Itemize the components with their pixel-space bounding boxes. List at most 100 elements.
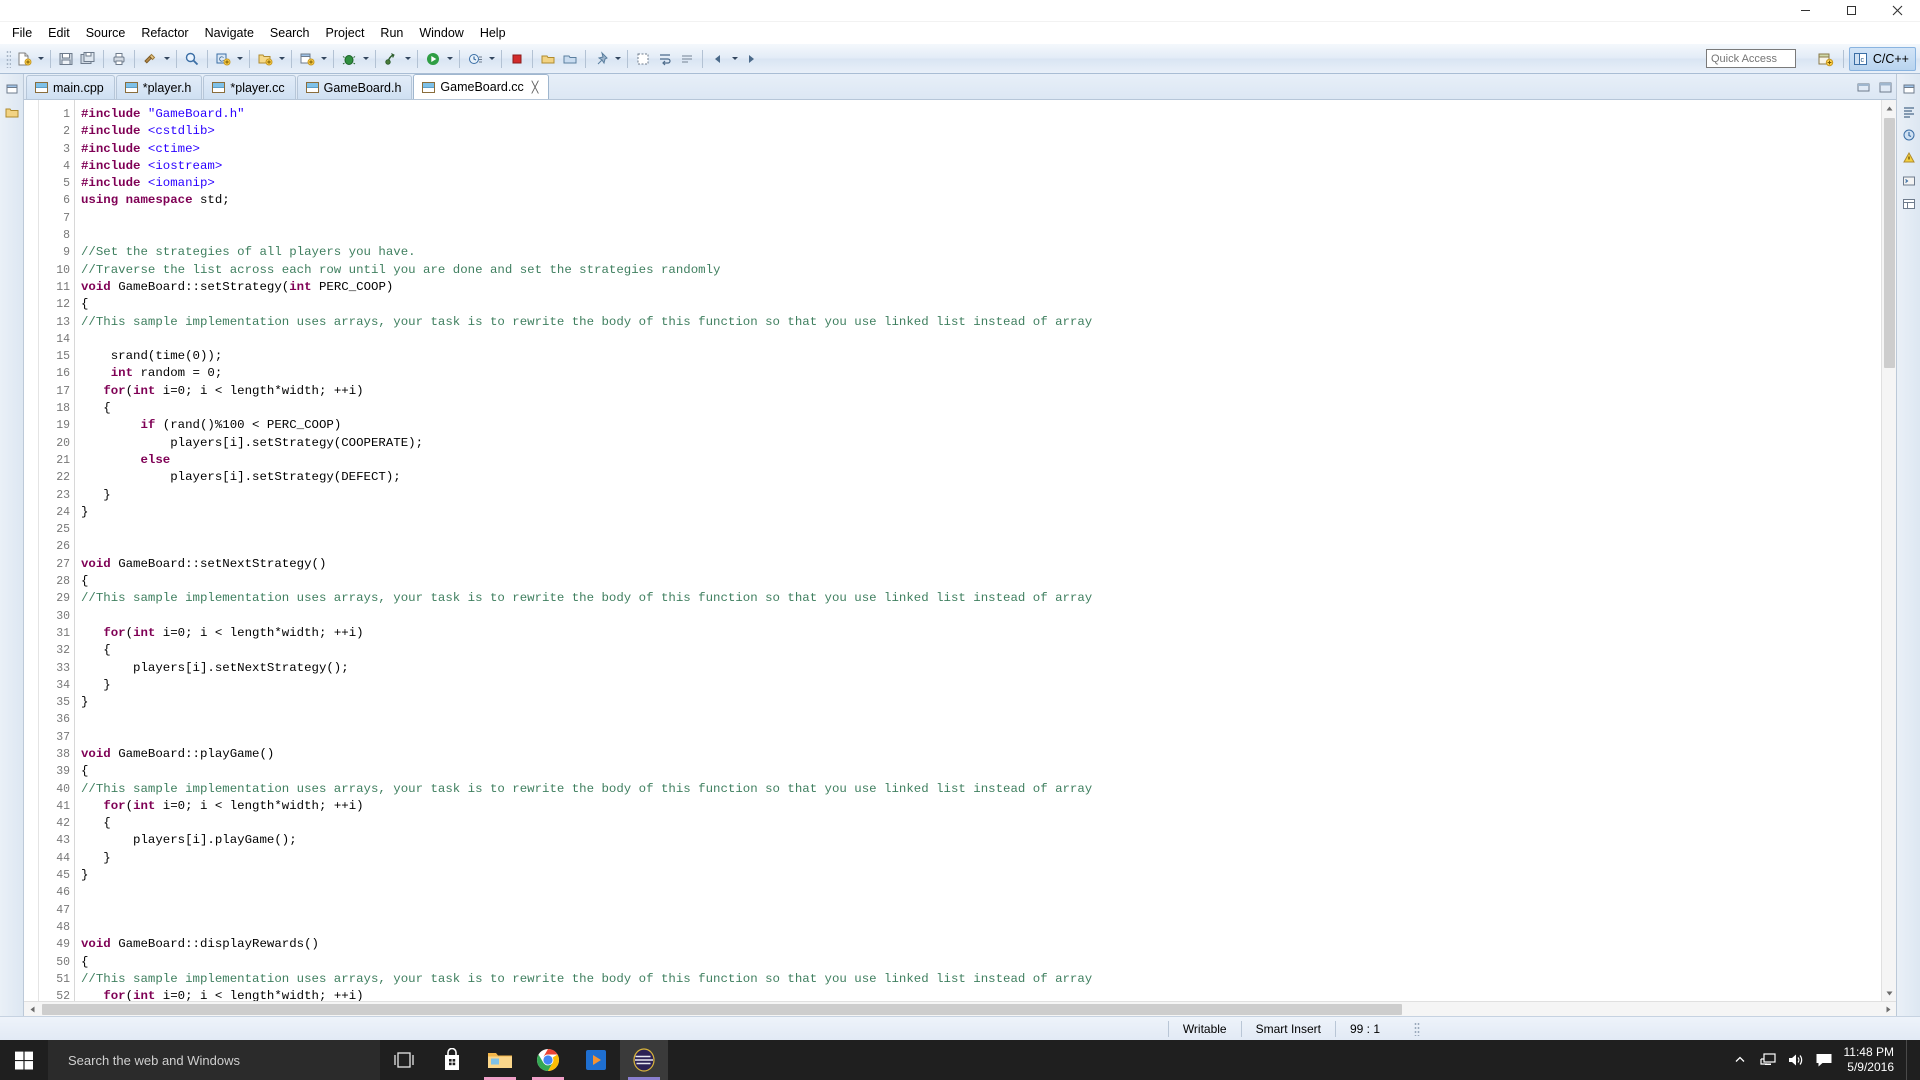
scroll-left-icon[interactable] bbox=[24, 1002, 40, 1017]
forward-navigation-icon[interactable] bbox=[740, 48, 762, 70]
file-explorer-icon[interactable] bbox=[476, 1040, 524, 1080]
code-line[interactable]: void GameBoard::displayRewards() bbox=[81, 936, 1881, 953]
run-icon[interactable] bbox=[422, 48, 444, 70]
maximize-button[interactable] bbox=[1828, 0, 1874, 21]
pin-dropdown-icon[interactable] bbox=[612, 48, 623, 70]
minimize-button[interactable] bbox=[1782, 0, 1828, 21]
save-all-icon[interactable] bbox=[77, 48, 99, 70]
code-line[interactable]: } bbox=[81, 850, 1881, 867]
menu-help[interactable]: Help bbox=[472, 23, 514, 43]
editor-marker-bar[interactable] bbox=[24, 100, 39, 1001]
code-line[interactable]: } bbox=[81, 867, 1881, 884]
code-line[interactable] bbox=[81, 538, 1881, 555]
code-line[interactable]: { bbox=[81, 815, 1881, 832]
editor-tab-gameboard-cc[interactable]: GameBoard.cc ╳ bbox=[413, 74, 550, 99]
taskbar-clock[interactable]: 11:48 PM 5/9/2016 bbox=[1838, 1045, 1906, 1075]
code-line[interactable]: } bbox=[81, 504, 1881, 521]
scroll-down-icon[interactable] bbox=[1882, 985, 1897, 1001]
code-line[interactable] bbox=[81, 608, 1881, 625]
profile-icon[interactable] bbox=[380, 48, 402, 70]
code-line[interactable]: using namespace std; bbox=[81, 192, 1881, 209]
code-line[interactable]: } bbox=[81, 677, 1881, 694]
editor-tab-main-cpp[interactable]: main.cpp bbox=[26, 75, 115, 99]
build-hammer-icon[interactable] bbox=[139, 48, 161, 70]
microsoft-store-icon[interactable] bbox=[428, 1040, 476, 1080]
eclipse-taskbar-icon[interactable] bbox=[620, 1040, 668, 1080]
code-line[interactable] bbox=[81, 884, 1881, 901]
scroll-up-icon[interactable] bbox=[1882, 100, 1897, 116]
media-player-icon[interactable] bbox=[572, 1040, 620, 1080]
menu-edit[interactable]: Edit bbox=[40, 23, 78, 43]
taskbar-search-box[interactable]: Search the web and Windows bbox=[48, 1040, 380, 1080]
new-folder-icon[interactable] bbox=[254, 48, 276, 70]
new-project-icon[interactable] bbox=[296, 48, 318, 70]
new-cpp-class-icon[interactable]: C bbox=[212, 48, 234, 70]
outline-view-icon[interactable] bbox=[1900, 103, 1918, 121]
menu-refactor[interactable]: Refactor bbox=[133, 23, 196, 43]
vertical-scrollbar-thumb[interactable] bbox=[1884, 118, 1895, 368]
restore-view-icon[interactable] bbox=[3, 80, 21, 98]
run-dropdown-icon[interactable] bbox=[444, 48, 455, 70]
new-folder-dropdown-icon[interactable] bbox=[276, 48, 287, 70]
code-line[interactable]: players[i].setStrategy(COOPERATE); bbox=[81, 435, 1881, 452]
code-line[interactable]: } bbox=[81, 487, 1881, 504]
code-line[interactable]: players[i].setStrategy(DEFECT); bbox=[81, 469, 1881, 486]
code-line[interactable] bbox=[81, 331, 1881, 348]
pin-editor-icon[interactable] bbox=[590, 48, 612, 70]
code-line[interactable]: //This sample implementation uses arrays… bbox=[81, 314, 1881, 331]
run-history-icon[interactable] bbox=[464, 48, 486, 70]
code-line[interactable] bbox=[81, 919, 1881, 936]
open-resource-icon[interactable] bbox=[537, 48, 559, 70]
console-view-icon[interactable] bbox=[1900, 172, 1918, 190]
toggle-block-selection-icon[interactable] bbox=[632, 48, 654, 70]
new-file-dropdown-icon[interactable] bbox=[35, 48, 46, 70]
code-line[interactable]: #include <cstdlib> bbox=[81, 123, 1881, 140]
restore-right-view-icon[interactable] bbox=[1900, 80, 1918, 98]
code-line[interactable]: { bbox=[81, 296, 1881, 313]
code-line[interactable]: //Set the strategies of all players you … bbox=[81, 244, 1881, 261]
action-center-icon[interactable] bbox=[1810, 1040, 1838, 1080]
editor-source-code[interactable]: #include "GameBoard.h" #include <cstdlib>… bbox=[75, 100, 1881, 1001]
code-line[interactable]: #include <iostream> bbox=[81, 158, 1881, 175]
start-button-icon[interactable] bbox=[0, 1040, 48, 1080]
profile-dropdown-icon[interactable] bbox=[402, 48, 413, 70]
debug-icon[interactable] bbox=[338, 48, 360, 70]
open-type-icon[interactable] bbox=[559, 48, 581, 70]
code-line[interactable]: for(int i=0; i < length*width; ++i) bbox=[81, 988, 1881, 1001]
code-line[interactable]: for(int i=0; i < length*width; ++i) bbox=[81, 383, 1881, 400]
code-line[interactable]: players[i].playGame(); bbox=[81, 832, 1881, 849]
toggle-word-wrap-icon[interactable] bbox=[654, 48, 676, 70]
code-line[interactable]: //This sample implementation uses arrays… bbox=[81, 590, 1881, 607]
show-hidden-icons-chevron-icon[interactable] bbox=[1726, 1040, 1754, 1080]
code-line[interactable]: for(int i=0; i < length*width; ++i) bbox=[81, 798, 1881, 815]
maximize-editor-icon[interactable] bbox=[1878, 80, 1892, 94]
run-history-dropdown-icon[interactable] bbox=[486, 48, 497, 70]
google-chrome-icon[interactable] bbox=[524, 1040, 572, 1080]
terminate-icon[interactable] bbox=[506, 48, 528, 70]
code-line[interactable] bbox=[81, 711, 1881, 728]
back-navigation-icon[interactable] bbox=[707, 48, 729, 70]
quick-access-input[interactable] bbox=[1706, 49, 1796, 68]
editor-horizontal-scrollbar[interactable] bbox=[24, 1001, 1896, 1016]
code-line[interactable] bbox=[81, 729, 1881, 746]
menu-run[interactable]: Run bbox=[372, 23, 411, 43]
menu-search[interactable]: Search bbox=[262, 23, 318, 43]
menu-project[interactable]: Project bbox=[318, 23, 373, 43]
menu-navigate[interactable]: Navigate bbox=[197, 23, 262, 43]
search-icon[interactable] bbox=[181, 48, 203, 70]
code-line[interactable]: void GameBoard::setStrategy(int PERC_COO… bbox=[81, 279, 1881, 296]
code-line[interactable]: //This sample implementation uses arrays… bbox=[81, 971, 1881, 988]
horizontal-scrollbar-thumb[interactable] bbox=[42, 1004, 1402, 1015]
new-file-icon[interactable] bbox=[13, 48, 35, 70]
code-line[interactable]: { bbox=[81, 763, 1881, 780]
task-view-icon[interactable] bbox=[380, 1040, 428, 1080]
network-icon[interactable] bbox=[1754, 1040, 1782, 1080]
volume-icon[interactable] bbox=[1782, 1040, 1810, 1080]
code-line[interactable]: #include <ctime> bbox=[81, 141, 1881, 158]
new-class-dropdown-icon[interactable] bbox=[234, 48, 245, 70]
problems-view-icon[interactable] bbox=[1900, 149, 1918, 167]
open-perspective-icon[interactable] bbox=[1814, 47, 1838, 71]
menu-window[interactable]: Window bbox=[411, 23, 471, 43]
code-line[interactable]: { bbox=[81, 954, 1881, 971]
editor-tab-player-h[interactable]: *player.h bbox=[115, 75, 203, 99]
